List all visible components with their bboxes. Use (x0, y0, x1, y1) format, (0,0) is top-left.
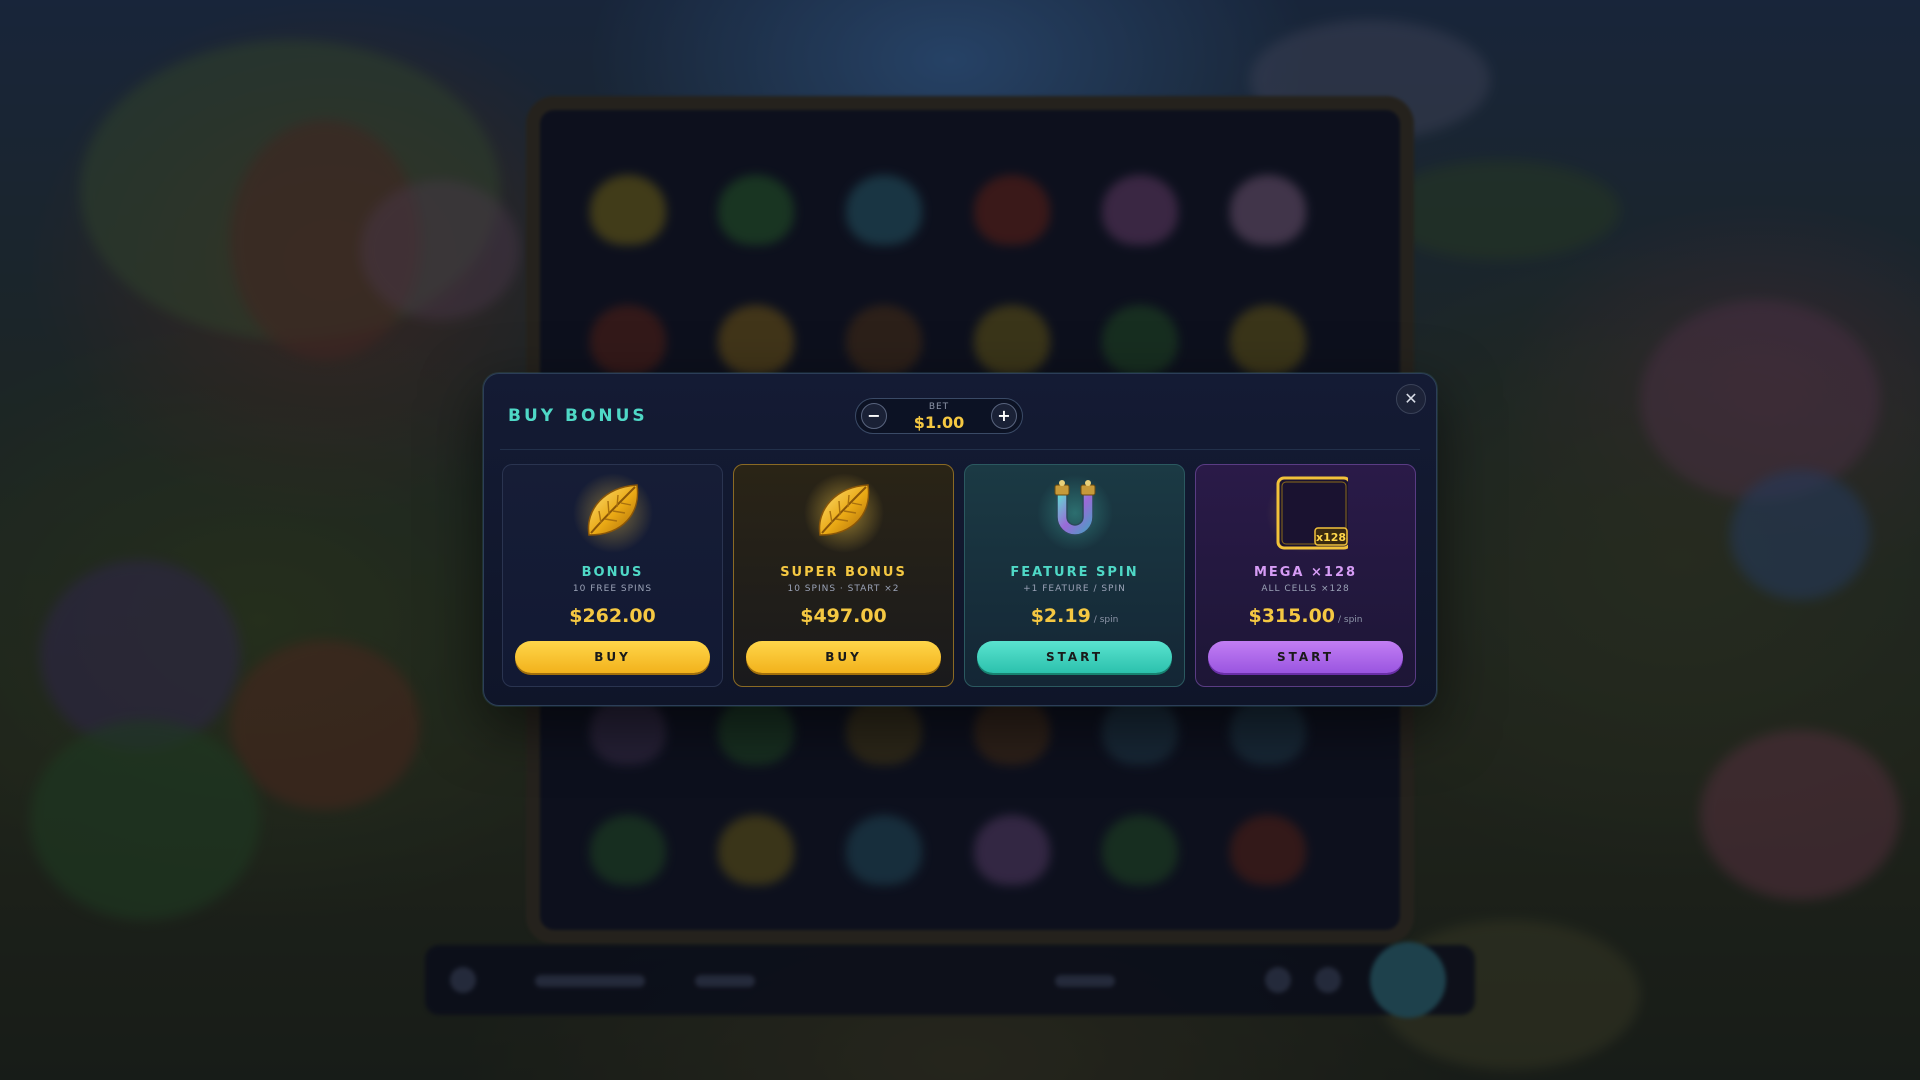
card-price: $497.00 (800, 605, 887, 627)
card-price: $2.19 (1030, 605, 1091, 627)
card-title: SUPER BONUS (780, 565, 907, 580)
card-subtitle: +1 FEATURE / SPIN (1023, 584, 1126, 594)
mega-card: x128 MEGA ×128 ALL CELLS ×128 $315.00/ s… (1195, 464, 1416, 687)
feature-spin-card: FEATURE SPIN +1 FEATURE / SPIN $2.19/ sp… (964, 464, 1185, 687)
close-icon: ✕ (1404, 389, 1418, 408)
close-button[interactable]: ✕ (1396, 384, 1426, 414)
header-divider (500, 449, 1420, 450)
card-price-unit: / spin (1338, 615, 1363, 625)
plus-icon: + (997, 406, 1011, 425)
start-feature-spin-button[interactable]: START (977, 641, 1172, 673)
card-price: $315.00 (1248, 605, 1336, 627)
buy-bonus-button[interactable]: BUY (515, 641, 710, 673)
bet-increase-button[interactable]: + (991, 403, 1017, 429)
buy-super-bonus-button[interactable]: BUY (746, 641, 941, 673)
golden-leaf-icon (803, 473, 884, 553)
card-subtitle: 10 FREE SPINS (572, 584, 653, 594)
card-title: FEATURE SPIN (1010, 565, 1139, 580)
card-subtitle: 10 SPINS · START ×2 (787, 584, 900, 594)
card-price: $262.00 (569, 605, 656, 627)
buy-bonus-modal: BUY BONUS − BET $1.00 + ✕ BONUS 10 FREE … (483, 373, 1437, 706)
bonus-card: BONUS 10 FREE SPINS $262.00 BUY (502, 464, 723, 687)
super-bonus-card: SUPER BONUS 10 SPINS · START ×2 $497.00 … (733, 464, 954, 687)
card-subtitle: ALL CELLS ×128 (1261, 584, 1350, 594)
magnet-icon (1036, 475, 1113, 551)
card-title: MEGA ×128 (1253, 565, 1358, 580)
card-title: BONUS (581, 565, 644, 580)
card-price-unit: / spin (1093, 615, 1119, 625)
golden-leaf-icon (572, 473, 653, 553)
golden-frame-icon: x128 (1265, 473, 1348, 553)
bet-control: − BET $1.00 + (855, 398, 1023, 434)
mega-badge: x128 (1315, 531, 1345, 544)
start-mega-button[interactable]: START (1208, 641, 1403, 673)
modal-title: BUY BONUS (508, 406, 648, 426)
